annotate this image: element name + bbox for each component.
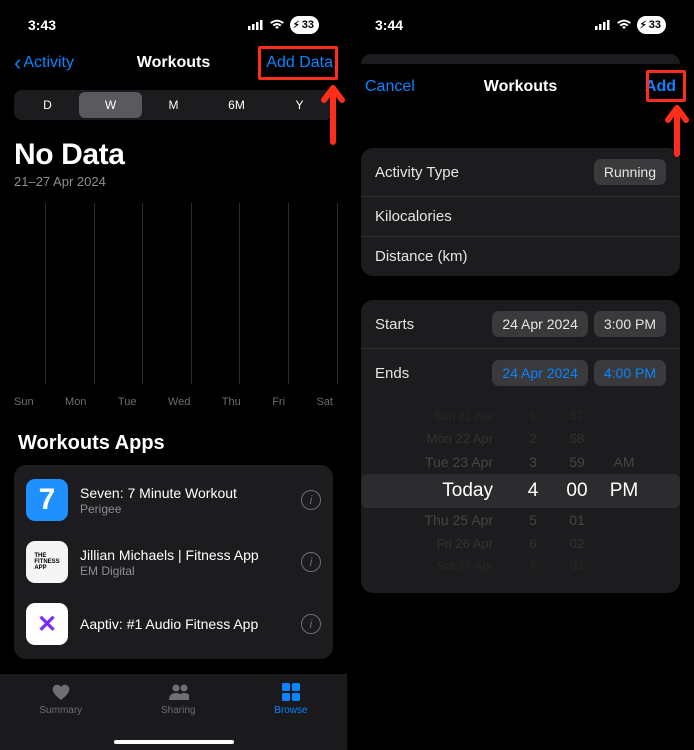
back-button[interactable]: ‹Activity <box>14 52 74 74</box>
apps-section-title: Workouts Apps <box>0 418 347 465</box>
ends-time[interactable]: 4:00 PM <box>594 360 666 386</box>
picker-row[interactable]: Mon 22 Apr258 <box>361 427 680 450</box>
time-range-segment[interactable]: D W M 6M Y <box>14 90 333 120</box>
starts-time[interactable]: 3:00 PM <box>594 311 666 337</box>
status-bar: 3:44 33 <box>347 0 694 42</box>
home-indicator[interactable] <box>114 740 234 744</box>
app-dev: EM Digital <box>80 564 289 578</box>
add-button[interactable]: Add <box>645 78 676 96</box>
tab-browse[interactable]: Browse <box>274 682 307 716</box>
xlabel: Wed <box>168 396 190 408</box>
battery-icon: 33 <box>290 16 319 34</box>
info-icon[interactable]: i <box>301 490 321 510</box>
xlabel: Mon <box>65 396 86 408</box>
annotation-arrow-icon <box>320 78 346 148</box>
clock: 3:43 <box>28 17 56 33</box>
info-icon[interactable]: i <box>301 552 321 572</box>
xlabel: Tue <box>118 396 137 408</box>
annotation-arrow-icon <box>664 100 690 160</box>
app-dev: Perigee <box>80 502 289 516</box>
kcal-row[interactable]: Kilocalories <box>361 196 680 236</box>
distance-row[interactable]: Distance (km) <box>361 236 680 276</box>
tab-sharing[interactable]: Sharing <box>161 682 195 716</box>
info-icon[interactable]: i <box>301 614 321 634</box>
tab-summary[interactable]: Summary <box>39 682 82 716</box>
apps-list: 7 Seven: 7 Minute WorkoutPerigee i THE F… <box>14 465 333 659</box>
starts-row[interactable]: Starts 24 Apr 2024 3:00 PM <box>361 300 680 348</box>
chevron-left-icon: ‹ <box>14 52 21 74</box>
app-icon: 7 <box>26 479 68 521</box>
activity-type-value[interactable]: Running <box>594 159 666 185</box>
seg-6m[interactable]: 6M <box>205 92 268 118</box>
add-data-button[interactable]: Add Data <box>266 54 333 72</box>
cancel-button[interactable]: Cancel <box>365 78 415 96</box>
card-behind <box>361 54 680 64</box>
signal-icon <box>595 17 611 33</box>
app-icon: ✕ <box>26 603 68 645</box>
nav-bar: ‹Activity Workouts Add Data <box>0 42 347 84</box>
activity-form: Activity Type Running Kilocalories Dista… <box>361 148 680 276</box>
empty-chart: Sun Mon Tue Wed Thu Fri Sat <box>0 193 347 418</box>
battery-icon: 33 <box>637 16 666 34</box>
seg-d[interactable]: D <box>16 92 79 118</box>
app-row[interactable]: 7 Seven: 7 Minute WorkoutPerigee i <box>14 469 333 531</box>
xlabel: Sun <box>14 396 34 408</box>
tab-bar: Summary Sharing Browse <box>0 674 347 750</box>
grid-icon <box>280 682 302 702</box>
xlabel: Fri <box>272 396 285 408</box>
app-name: Jillian Michaels | Fitness App <box>80 547 289 563</box>
signal-icon <box>248 17 264 33</box>
picker-row[interactable]: Sun 21 Apr157 <box>361 405 680 427</box>
status-icons: 33 <box>595 16 666 34</box>
status-bar: 3:43 33 <box>0 0 347 42</box>
seg-m[interactable]: M <box>142 92 205 118</box>
modal-nav: Cancel Workouts Add <box>347 64 694 110</box>
picker-row[interactable]: Today400PM <box>361 474 680 508</box>
xlabel: Sat <box>316 396 333 408</box>
app-name: Seven: 7 Minute Workout <box>80 485 289 501</box>
picker-row[interactable]: Tue 23 Apr359AM <box>361 450 680 474</box>
picker-row[interactable]: Sat 27 Apr703 <box>361 555 680 577</box>
picker-row[interactable]: Fri 26 Apr602 <box>361 532 680 555</box>
app-row[interactable]: ✕ Aaptiv: #1 Audio Fitness App i <box>14 593 333 655</box>
app-name: Aaptiv: #1 Audio Fitness App <box>80 616 289 632</box>
people-icon <box>167 682 189 702</box>
activity-type-row[interactable]: Activity Type Running <box>361 148 680 196</box>
no-data-title: No Data <box>14 138 333 172</box>
wifi-icon <box>616 17 632 33</box>
starts-date[interactable]: 24 Apr 2024 <box>492 311 588 337</box>
picker-row[interactable]: Thu 25 Apr501 <box>361 508 680 532</box>
wifi-icon <box>269 17 285 33</box>
heart-icon <box>50 682 72 702</box>
ends-date[interactable]: 24 Apr 2024 <box>492 360 588 386</box>
xlabel: Thu <box>222 396 241 408</box>
clock: 3:44 <box>375 17 403 33</box>
time-form: Starts 24 Apr 2024 3:00 PM Ends 24 Apr 2… <box>361 300 680 593</box>
date-range: 21–27 Apr 2024 <box>14 174 333 189</box>
ends-row[interactable]: Ends 24 Apr 2024 4:00 PM <box>361 348 680 397</box>
datetime-picker[interactable]: Sun 21 Apr157Mon 22 Apr258Tue 23 Apr359A… <box>361 397 680 593</box>
status-icons: 33 <box>248 16 319 34</box>
app-row[interactable]: THE FITNESS APP Jillian Michaels | Fitne… <box>14 531 333 593</box>
seg-w[interactable]: W <box>79 92 142 118</box>
app-icon: THE FITNESS APP <box>26 541 68 583</box>
